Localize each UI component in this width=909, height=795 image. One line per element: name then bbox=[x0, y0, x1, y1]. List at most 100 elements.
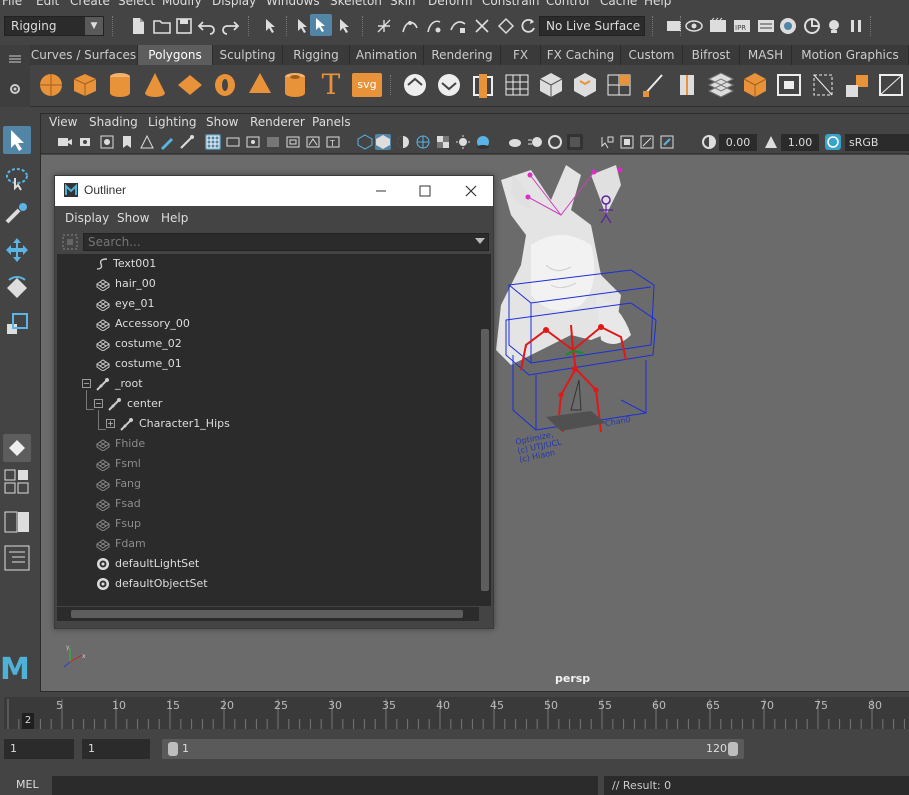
command-input[interactable] bbox=[52, 776, 598, 795]
xray-active-icon[interactable] bbox=[639, 134, 655, 150]
save-scene-icon[interactable] bbox=[174, 16, 194, 36]
redo-icon[interactable] bbox=[220, 16, 240, 36]
exposure-field[interactable]: 0.00 bbox=[719, 134, 757, 151]
poly-sphere-icon[interactable] bbox=[36, 69, 66, 101]
tab-mash[interactable]: MASH bbox=[740, 45, 792, 65]
outliner-row-character1-hips[interactable]: + Character1_Hips bbox=[57, 414, 479, 434]
select-hierarchy-icon[interactable] bbox=[262, 16, 282, 36]
outliner-row-costume-01[interactable]: costume_01 bbox=[57, 354, 479, 374]
live-surface-field[interactable]: No Live Surface bbox=[539, 16, 645, 36]
tab-curves-surfaces[interactable]: Curves / Surfaces bbox=[30, 45, 138, 65]
refresh-icon[interactable] bbox=[518, 16, 538, 36]
menu-modify[interactable]: Modify bbox=[162, 0, 202, 8]
start-time-field[interactable]: 1 bbox=[4, 739, 74, 759]
target-weld-icon[interactable] bbox=[672, 69, 702, 101]
select-tool-button[interactable] bbox=[3, 126, 31, 154]
textured-icon[interactable] bbox=[435, 134, 451, 150]
select-by-component-button[interactable] bbox=[310, 14, 332, 36]
menu-cache[interactable]: Cache bbox=[600, 0, 637, 8]
poly-type-icon[interactable]: T bbox=[316, 69, 346, 101]
outliner-row-default-object-set[interactable]: defaultObjectSet bbox=[57, 574, 479, 594]
wireframe-on-shaded-icon[interactable] bbox=[415, 134, 431, 150]
smooth-icon[interactable] bbox=[468, 69, 498, 101]
bevel-icon[interactable] bbox=[570, 69, 600, 101]
scale-tool-icon[interactable] bbox=[3, 310, 31, 338]
menu-create[interactable]: Create bbox=[70, 0, 110, 8]
separate-icon[interactable] bbox=[434, 69, 464, 101]
outliner-row-eye-01[interactable]: eye_01 bbox=[57, 294, 479, 314]
layout-two-icon[interactable] bbox=[3, 508, 31, 536]
outliner-row-default-light-set[interactable]: defaultLightSet bbox=[57, 554, 479, 574]
image-plane-icon[interactable] bbox=[99, 134, 115, 150]
fill-hole-icon[interactable] bbox=[774, 69, 804, 101]
tab-custom[interactable]: Custom bbox=[621, 45, 683, 65]
layout-four-icon[interactable] bbox=[3, 468, 31, 496]
tab-animation[interactable]: Animation bbox=[350, 45, 424, 65]
grid-toggle-icon[interactable] bbox=[139, 134, 155, 150]
tab-polygons[interactable]: Polygons bbox=[138, 45, 213, 65]
menu-skin[interactable]: Skin bbox=[390, 0, 416, 8]
film-gate-icon[interactable] bbox=[225, 134, 241, 150]
uv-unfold-icon[interactable] bbox=[842, 69, 872, 101]
paint-select-tool-icon[interactable] bbox=[3, 200, 31, 228]
outliner-menu-help[interactable]: Help bbox=[161, 211, 188, 225]
tab-fx-caching[interactable]: FX Caching bbox=[541, 45, 621, 65]
move-tool-icon[interactable] bbox=[3, 236, 31, 264]
exposure-icon[interactable] bbox=[701, 134, 717, 150]
combine-icon[interactable] bbox=[400, 69, 430, 101]
smooth-shade-button[interactable] bbox=[375, 134, 391, 150]
gear-icon[interactable] bbox=[9, 83, 21, 95]
outliner-row-fhide[interactable]: Fhide bbox=[57, 434, 479, 454]
menu-display[interactable]: Display bbox=[212, 0, 256, 8]
snap-vertex-icon[interactable] bbox=[496, 16, 516, 36]
bridge-icon[interactable] bbox=[604, 69, 634, 101]
resolution-gate-icon[interactable] bbox=[179, 134, 195, 150]
select-mode-icon[interactable] bbox=[336, 16, 356, 36]
range-end-handle[interactable] bbox=[728, 742, 738, 756]
isolate-select-icon[interactable] bbox=[599, 134, 615, 150]
extrude-icon[interactable] bbox=[536, 69, 566, 101]
field-chart-icon[interactable] bbox=[285, 134, 301, 150]
outliner-layout-icon[interactable] bbox=[3, 544, 31, 572]
view-transform-field[interactable]: sRGB gamma bbox=[845, 134, 909, 166]
rotate-tool-icon[interactable] bbox=[3, 274, 31, 302]
new-scene-icon[interactable] bbox=[128, 16, 148, 36]
poly-cone-icon[interactable] bbox=[140, 69, 170, 101]
outliner-row-hair-00[interactable]: hair_00 bbox=[57, 274, 479, 294]
wireframe-icon[interactable] bbox=[357, 134, 373, 150]
poly-torus-icon[interactable] bbox=[210, 69, 240, 101]
motion-blur-icon[interactable] bbox=[527, 134, 543, 150]
grid-button[interactable] bbox=[205, 134, 221, 150]
render-settings-icon[interactable] bbox=[756, 16, 776, 36]
expand-toggle[interactable]: + bbox=[106, 419, 115, 428]
menu-file[interactable]: File bbox=[2, 0, 22, 8]
use-all-lights-icon[interactable] bbox=[455, 134, 471, 150]
xray-joints-icon[interactable] bbox=[659, 134, 675, 150]
range-start-handle[interactable] bbox=[168, 742, 178, 756]
outliner-row-center[interactable]: − center bbox=[57, 394, 479, 414]
snap-point-icon[interactable] bbox=[424, 16, 444, 36]
outliner-row-fsup[interactable]: Fsup bbox=[57, 514, 479, 534]
mode-selector[interactable]: Rigging ▼ bbox=[4, 16, 104, 36]
bookmark-icon[interactable] bbox=[119, 134, 135, 150]
make-live-icon[interactable] bbox=[472, 16, 492, 36]
filter-icon[interactable] bbox=[62, 234, 78, 250]
camera-icon[interactable] bbox=[57, 134, 73, 150]
outliner-row-accessory-00[interactable]: Accessory_00 bbox=[57, 314, 479, 334]
grease-pencil-icon[interactable] bbox=[159, 134, 175, 150]
menu-control[interactable]: Control bbox=[546, 0, 589, 8]
gate-mask-icon[interactable] bbox=[265, 134, 281, 150]
outliner-row-costume-02[interactable]: costume_02 bbox=[57, 334, 479, 354]
poly-pipe-icon[interactable] bbox=[280, 69, 310, 101]
use-default-material-icon[interactable] bbox=[395, 134, 411, 150]
tab-sculpting[interactable]: Sculpting bbox=[213, 45, 283, 65]
collapse-toggle[interactable]: − bbox=[94, 399, 103, 408]
minimize-button[interactable] bbox=[371, 181, 391, 201]
viewport-menu-renderer[interactable]: Renderer bbox=[250, 115, 305, 129]
tab-bifrost[interactable]: Bifrost bbox=[683, 45, 740, 65]
viewport-menu-panels[interactable]: Panels bbox=[312, 115, 351, 129]
mirror-icon[interactable] bbox=[502, 69, 532, 101]
tab-motion-graphics[interactable]: Motion Graphics bbox=[792, 45, 909, 65]
outliner-row-fsml[interactable]: Fsml bbox=[57, 454, 479, 474]
safe-title-icon[interactable] bbox=[305, 134, 321, 150]
